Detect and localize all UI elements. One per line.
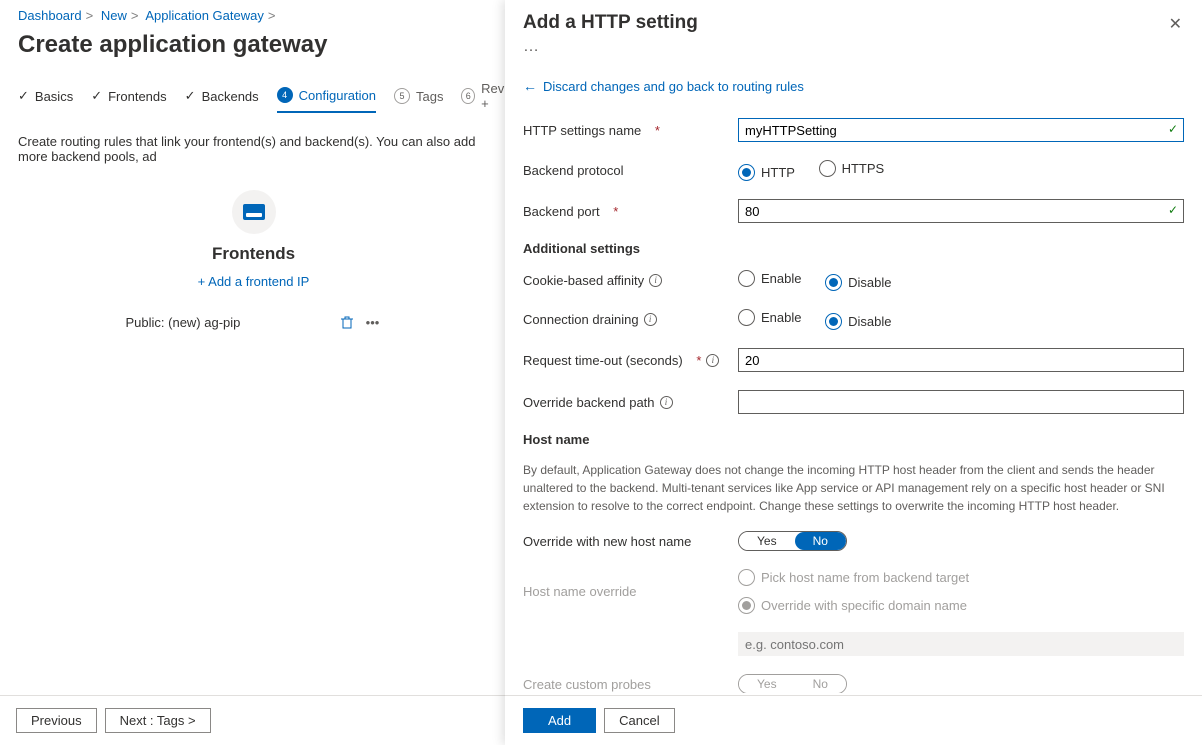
- backend-port-input[interactable]: [738, 199, 1184, 223]
- label-drain: Connection drainingi: [523, 312, 738, 327]
- label-timeout: Request time-out (seconds) *i: [523, 353, 738, 368]
- step-number-icon: 5: [394, 88, 410, 104]
- override-path-input[interactable]: [738, 390, 1184, 414]
- label-custom-probes: Create custom probes: [523, 677, 738, 692]
- step-number-icon: 4: [277, 87, 293, 103]
- valid-check-icon: ✓: [1168, 203, 1178, 217]
- info-icon[interactable]: i: [644, 313, 657, 326]
- http-settings-name-input[interactable]: [738, 118, 1184, 142]
- override-yes[interactable]: Yes: [739, 532, 795, 550]
- step-tags[interactable]: 5 Tags: [394, 88, 443, 112]
- arrow-left-icon: ←: [523, 78, 537, 94]
- http-setting-blade: Add a HTTP setting … ✕ ← Discard changes…: [505, 0, 1202, 745]
- discard-link[interactable]: ← Discard changes and go back to routing…: [523, 78, 804, 94]
- wizard-steps: ✓ Basics ✓ Frontends ✓ Backends 4 Configurat…: [18, 81, 489, 120]
- label-override-hostname: Override with new host name: [523, 534, 738, 549]
- specific-hostname-input: [738, 632, 1184, 656]
- step-backends[interactable]: ✓ Backends: [185, 88, 259, 112]
- step-configuration[interactable]: 4 Configuration: [277, 87, 376, 113]
- pick-from-backend-radio: Pick host name from backend target: [738, 569, 969, 586]
- cookie-disable-radio[interactable]: Disable: [825, 274, 891, 291]
- cookie-enable-radio[interactable]: Enable: [738, 270, 801, 287]
- label-hostname-override-mode: Host name override: [523, 584, 738, 599]
- frontends-title: Frontends: [124, 244, 384, 264]
- info-icon[interactable]: i: [706, 354, 719, 367]
- more-icon[interactable]: •••: [364, 313, 382, 331]
- step-frontends[interactable]: ✓ Frontends: [91, 88, 166, 112]
- previous-button[interactable]: Previous: [16, 708, 97, 733]
- step-label: Backends: [202, 89, 259, 104]
- blade-more-icon[interactable]: …: [523, 38, 698, 56]
- info-icon[interactable]: i: [649, 274, 662, 287]
- specific-domain-radio: Override with specific domain name: [738, 597, 967, 614]
- check-icon: ✓: [18, 88, 29, 104]
- drain-enable-radio[interactable]: Enable: [738, 309, 801, 326]
- add-button[interactable]: Add: [523, 708, 596, 733]
- valid-check-icon: ✓: [1168, 122, 1178, 136]
- frontend-item-label: Public: (new) ag-pip: [126, 315, 241, 330]
- step-basics[interactable]: ✓ Basics: [18, 88, 73, 112]
- hostname-description: By default, Application Gateway does not…: [523, 461, 1184, 515]
- next-button[interactable]: Next : Tags >: [105, 708, 211, 733]
- step-label: Frontends: [108, 89, 167, 104]
- override-hostname-toggle[interactable]: Yes No: [738, 531, 847, 551]
- probes-yes: Yes: [739, 675, 795, 693]
- frontend-item-row: Public: (new) ag-pip •••: [124, 309, 384, 335]
- step-label: Configuration: [299, 88, 376, 103]
- label-port: Backend port *: [523, 204, 738, 219]
- breadcrumb-new[interactable]: New: [101, 8, 127, 23]
- close-icon[interactable]: ✕: [1167, 12, 1184, 36]
- breadcrumb-app-gateway[interactable]: Application Gateway: [145, 8, 264, 23]
- check-icon: ✓: [185, 88, 196, 104]
- discard-label: Discard changes and go back to routing r…: [543, 79, 804, 94]
- step-number-icon: 6: [461, 88, 475, 104]
- label-cookie: Cookie-based affinityi: [523, 273, 738, 288]
- frontends-icon: [232, 190, 276, 234]
- override-no[interactable]: No: [795, 532, 846, 550]
- section-hostname: Host name: [523, 432, 1184, 447]
- breadcrumb: Dashboard> New> Application Gateway>: [18, 8, 489, 23]
- label-override-path: Override backend pathi: [523, 395, 738, 410]
- protocol-http-radio[interactable]: HTTP: [738, 164, 795, 181]
- delete-icon[interactable]: [338, 313, 356, 331]
- label-http-name: HTTP settings name *: [523, 123, 738, 138]
- label-protocol: Backend protocol: [523, 163, 738, 178]
- drain-disable-radio[interactable]: Disable: [825, 313, 891, 330]
- section-additional: Additional settings: [523, 241, 1184, 256]
- main-content: Dashboard> New> Application Gateway> Cre…: [0, 0, 505, 745]
- check-icon: ✓: [91, 88, 102, 104]
- protocol-https-radio[interactable]: HTTPS: [819, 160, 885, 177]
- step-label: Basics: [35, 89, 73, 104]
- timeout-input[interactable]: [738, 348, 1184, 372]
- wizard-footer: Previous Next : Tags >: [0, 695, 505, 745]
- info-icon[interactable]: i: [660, 396, 673, 409]
- probes-no: No: [795, 675, 846, 693]
- page-title: Create application gateway: [18, 31, 489, 59]
- helper-text: Create routing rules that link your fron…: [18, 134, 489, 164]
- step-label: Tags: [416, 89, 443, 104]
- frontends-card: Frontends + Add a frontend IP Public: (n…: [124, 190, 384, 335]
- cancel-button[interactable]: Cancel: [604, 708, 674, 733]
- breadcrumb-dashboard[interactable]: Dashboard: [18, 8, 82, 23]
- blade-footer: Add Cancel: [505, 695, 1202, 745]
- custom-probes-toggle: Yes No: [738, 674, 847, 693]
- add-frontend-ip-link[interactable]: + Add a frontend IP: [198, 274, 310, 289]
- blade-title: Add a HTTP setting: [523, 12, 698, 34]
